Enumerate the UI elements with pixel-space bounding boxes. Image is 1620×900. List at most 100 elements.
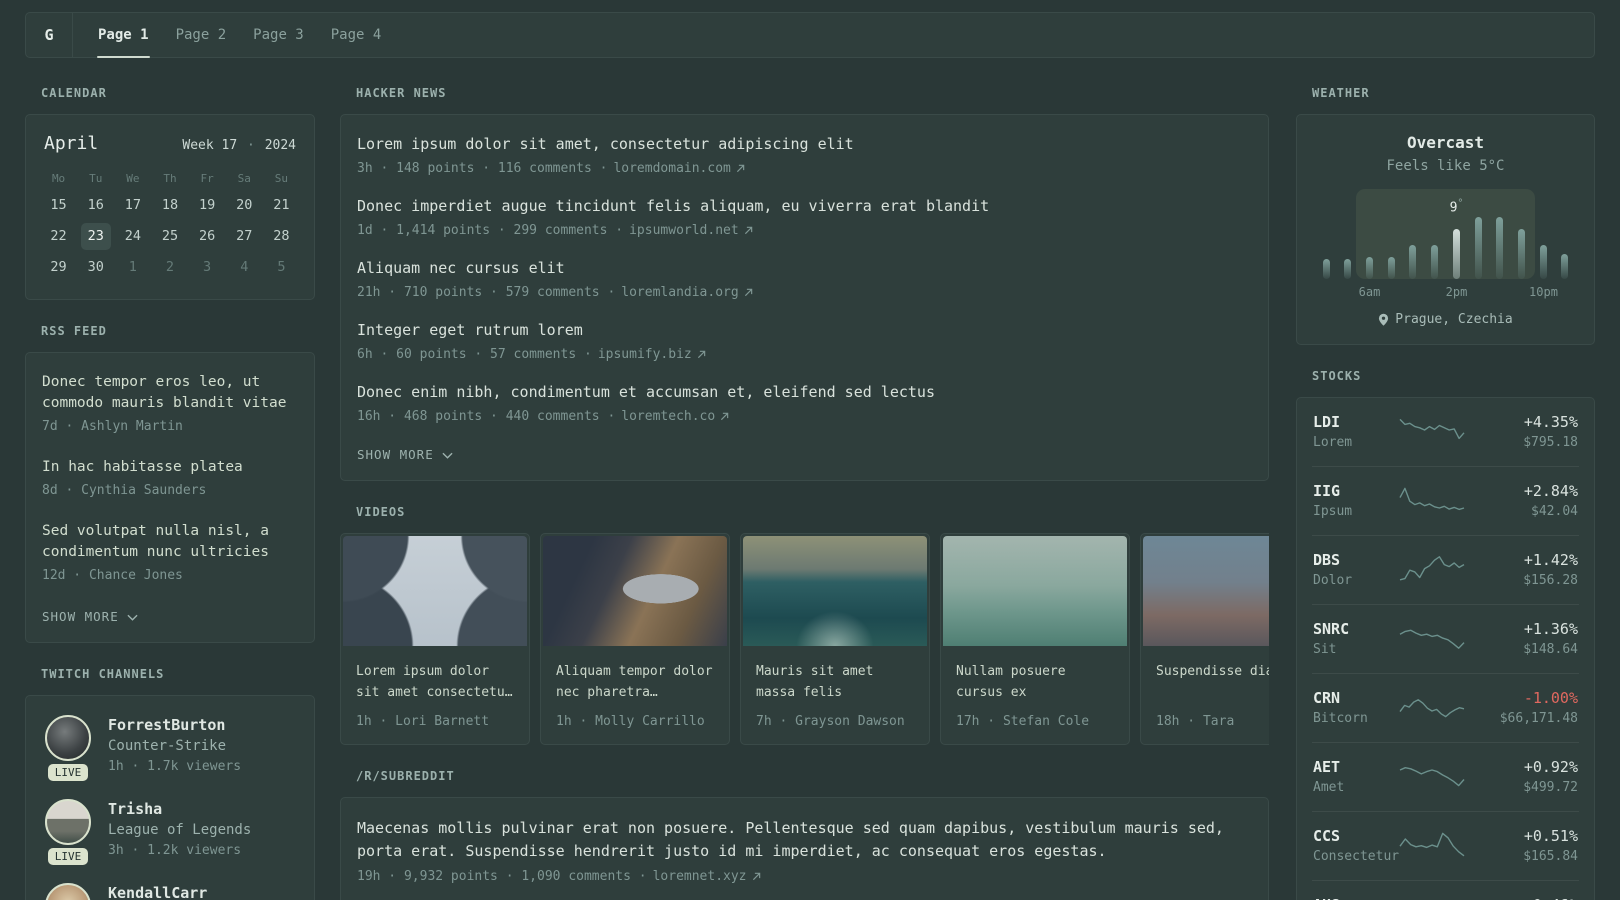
rss-item-title[interactable]: In hac habitasse platea — [42, 457, 298, 478]
weather-bar — [1561, 253, 1569, 279]
hn-item-meta: 21h · 710 points · 579 comments · loremla… — [357, 283, 1252, 302]
hn-item-title[interactable]: Integer eget rutrum lorem — [357, 320, 1252, 341]
stock-price-block: +4.35% $795.18 — [1465, 412, 1578, 452]
hn-item-domain-link[interactable]: loremlandia.org — [621, 283, 752, 302]
hn-item: Aliquam nec cursus elit 21h · 710 points … — [357, 258, 1252, 302]
tab-page-1[interactable]: Page 1 — [97, 13, 150, 58]
hn-item-domain-link[interactable]: ipsumworld.net — [629, 221, 753, 240]
map-pin-icon — [1379, 313, 1389, 326]
video-thumbnail[interactable] — [743, 536, 927, 646]
video-channel-meta[interactable]: 7h · Grayson Dawson — [756, 714, 914, 729]
twitch-channel[interactable]: LIVE Trisha League of Legends 3h · 1.2k vie… — [42, 799, 298, 865]
hn-item-title[interactable]: Donec enim nibh, condimentum et accumsan… — [357, 382, 1252, 403]
twitch-channel[interactable]: LIVE ForrestBurton Counter-Strike 1h · 1.7k… — [42, 715, 298, 781]
weather-time-labels: 6am 2pm 10pm — [1323, 283, 1569, 301]
hn-item-title[interactable]: Donec imperdiet augue tincidunt felis al… — [357, 196, 1252, 217]
calendar-day: 1 — [128, 259, 137, 275]
tab-page-3[interactable]: Page 3 — [252, 13, 305, 57]
weather-time-label: 10pm — [1529, 285, 1558, 299]
stock-row[interactable]: LDI Lorem +4.35% $795.18 — [1312, 398, 1579, 466]
chevron-down-icon — [442, 452, 453, 459]
video-thumbnail[interactable] — [1143, 536, 1269, 646]
tab-page-2[interactable]: Page 2 — [175, 13, 228, 57]
weather-bar — [1474, 216, 1482, 279]
rss-item: Sed volutpat nulla nisl, a condimentum n… — [42, 521, 298, 585]
hn-item-stats: 16h · 468 points · 440 comments · — [357, 409, 616, 424]
calendar-day: 17 — [124, 197, 141, 213]
hn-item: Lorem ipsum dolor sit amet, consectetur … — [357, 134, 1252, 178]
video-channel-meta[interactable]: 18h · Tara — [1156, 714, 1269, 729]
stock-symbol: AHS — [1313, 895, 1399, 900]
hn-item-title[interactable]: Lorem ipsum dolor sit amet, consectetur … — [357, 134, 1252, 155]
hn-show-more-button[interactable]: SHOW MORE — [357, 447, 453, 462]
twitch-avatar-wrap: LIVE — [42, 799, 94, 865]
video-thumbnail[interactable] — [943, 536, 1127, 646]
twitch-channel-name[interactable]: ForrestBurton — [108, 715, 241, 736]
calendar-section-title: CALENDAR — [41, 86, 107, 100]
video-channel-meta[interactable]: 17h · Stefan Cole — [956, 714, 1114, 729]
rss-item-meta: 12d · Chance Jones — [42, 568, 183, 583]
stock-sparkline — [1399, 620, 1465, 658]
stock-symbol-block: CRN Bitcorn — [1313, 688, 1399, 728]
twitch-channel-game: League of Legends — [108, 822, 252, 838]
rss-item-title[interactable]: Sed volutpat nulla nisl, a condimentum n… — [42, 521, 298, 563]
video-title[interactable]: Aliquam tempor dolor nec pharetra… — [556, 661, 714, 703]
stock-name: Sit — [1313, 642, 1337, 657]
subreddit-post-domain-link[interactable]: loremnet.xyz — [653, 867, 761, 886]
stock-change: +2.84% — [1523, 482, 1578, 500]
hn-item: Integer eget rutrum lorem 6h · 60 points … — [357, 320, 1252, 364]
rss-show-more-button[interactable]: SHOW MORE — [42, 609, 138, 624]
subreddit-post-stats: 19h · 9,932 points · 1,090 comments · — [357, 869, 647, 884]
twitch-channel-info: ForrestBurton Counter-Strike 1h · 1.7k vie… — [108, 715, 241, 781]
video-thumbnail[interactable] — [543, 536, 727, 646]
rss-item: In hac habitasse platea 8d · Cynthia Saun… — [42, 457, 298, 500]
tab-page-4[interactable]: Page 4 — [330, 13, 383, 57]
hn-item-domain-link[interactable]: ipsumify.biz — [598, 345, 706, 364]
subreddit-section-title: /R/SUBREDDIT — [356, 769, 455, 783]
twitch-channel-name[interactable]: Trisha — [108, 799, 251, 820]
video-channel-meta[interactable]: 1h · Molly Carrillo — [556, 714, 714, 729]
weather-condition: Overcast — [1406, 133, 1485, 152]
stock-row[interactable]: IIG Ipsum +2.84% $42.04 — [1312, 466, 1579, 535]
stock-row[interactable]: AET Amet +0.92% $499.72 — [1312, 742, 1579, 811]
hn-item-title[interactable]: Aliquam nec cursus elit — [357, 258, 1252, 279]
rss-item-title[interactable]: Donec tempor eros leo, ut commodo mauris… — [42, 372, 298, 414]
app-logo[interactable]: G — [26, 13, 73, 57]
widget-videos: VIDEOS Lorem ipsum dolor sit amet consec… — [340, 505, 1269, 745]
twitch-channel[interactable]: KendallCarr — [42, 883, 298, 900]
stock-row[interactable]: CRN Bitcorn -1.00% $66,171.48 — [1312, 673, 1579, 742]
video-title[interactable]: Lorem ipsum dolor sit amet consectetu… — [356, 661, 514, 703]
hn-item-domain-link[interactable]: loremdomain.com — [613, 159, 745, 178]
stock-row[interactable]: CCS Consectetur +0.51% $165.84 — [1312, 811, 1579, 880]
video-title[interactable]: Suspendisse diam — [1156, 661, 1269, 703]
stock-symbol-block: SNRC Sit — [1313, 619, 1399, 659]
stock-row[interactable]: SNRC Sit +1.36% $148.64 — [1312, 604, 1579, 673]
live-badge: LIVE — [47, 764, 89, 781]
calendar-day-header: Tu — [89, 172, 103, 185]
calendar-day: 16 — [87, 197, 104, 213]
widget-calendar: CALENDAR April Week 17 · 2024 Mo Tu We Th Fr… — [25, 86, 315, 300]
video-card: Lorem ipsum dolor sit amet consectetu… 1h… — [340, 533, 530, 745]
stock-sparkline — [1399, 896, 1465, 900]
video-thumbnail[interactable] — [343, 536, 527, 646]
hn-item-domain-link[interactable]: loremtech.co — [621, 407, 729, 426]
subreddit-post-title[interactable]: Maecenas mollis pulvinar erat non posuer… — [357, 817, 1252, 863]
stock-name: Lorem — [1313, 435, 1353, 450]
stock-row[interactable]: DBS Dolor +1.42% $156.28 — [1312, 535, 1579, 604]
video-channel-meta[interactable]: 1h · Lori Barnett — [356, 714, 514, 729]
hn-item-domain: loremdomain.com — [613, 161, 731, 176]
calendar-day-selected: 23 — [77, 223, 114, 254]
video-title[interactable]: Mauris sit amet massa felis — [756, 661, 914, 703]
video-title[interactable]: Nullam posuere cursus ex — [956, 661, 1114, 703]
hn-item-domain: loremtech.co — [621, 409, 716, 424]
videos-carousel: Lorem ipsum dolor sit amet consectetu… 1h… — [340, 533, 1269, 745]
stock-name: Ipsum — [1313, 504, 1353, 519]
calendar-day-header: We — [126, 172, 140, 185]
weather-hourly-chart: 9° — [1322, 189, 1569, 279]
twitch-channel-name[interactable]: KendallCarr — [108, 883, 207, 900]
calendar-day: 4 — [240, 259, 249, 275]
widget-subreddit: /R/SUBREDDIT Maecenas mollis pulvinar er… — [340, 769, 1269, 900]
hn-item-stats: 1d · 1,414 points · 299 comments · — [357, 223, 624, 238]
stock-price-block: -1.00% $66,171.48 — [1465, 688, 1578, 728]
stock-row[interactable]: AHSAliquam +0.46%$88.12 — [1312, 880, 1579, 900]
